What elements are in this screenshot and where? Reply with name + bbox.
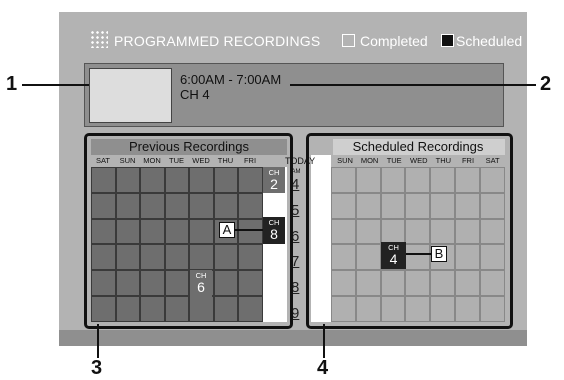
scheduled-legend-label: Scheduled: [456, 33, 523, 49]
callout-2: 2: [540, 73, 552, 95]
callout-4: 4: [317, 357, 329, 379]
callout-3-line: [97, 324, 99, 358]
info-time: 6:00AM - 7:00AM: [180, 72, 282, 87]
completed-legend-label: Completed: [360, 33, 428, 49]
bottom-strip: [59, 330, 527, 346]
info-channel: CH 4: [180, 87, 210, 102]
page-title: PROGRAMMED RECORDINGS: [114, 33, 321, 49]
callout-3: 3: [91, 357, 103, 379]
grid-icon: [90, 30, 108, 48]
callout-1-line: [22, 84, 89, 86]
preview-thumbnail: [89, 68, 172, 123]
callout-2-line: [290, 84, 536, 86]
scheduled-bracket: [306, 133, 513, 329]
completed-legend-icon: [342, 34, 355, 47]
callout-4-line: [323, 324, 325, 358]
scheduled-legend-icon: [441, 34, 454, 47]
previous-bracket: [84, 133, 293, 329]
callout-1: 1: [6, 73, 18, 95]
